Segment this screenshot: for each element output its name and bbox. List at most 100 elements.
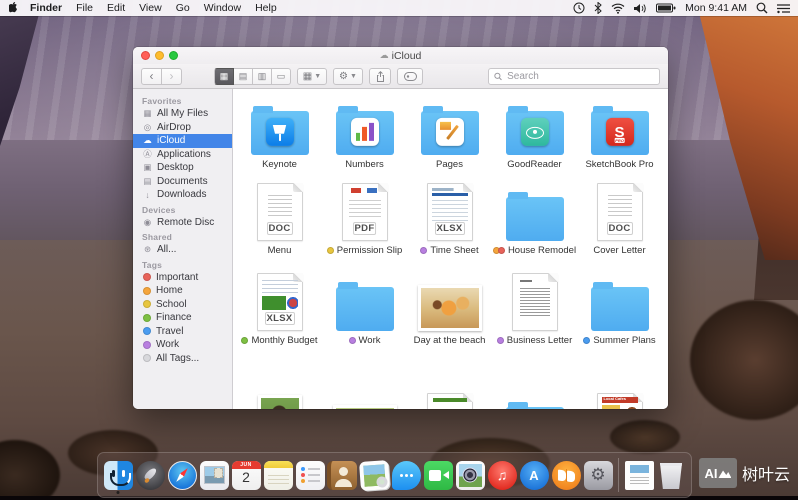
- close-button[interactable]: [141, 51, 150, 60]
- window-titlebar[interactable]: ☁ iCloud: [133, 47, 668, 64]
- clock-icon[interactable]: [573, 2, 585, 14]
- sidebar-item-airdrop[interactable]: ◎AirDrop: [133, 121, 232, 135]
- menu-file[interactable]: File: [76, 2, 93, 14]
- downloads-icon: ↓: [142, 190, 153, 200]
- file-v-cafes[interactable]: Local Cafes: [577, 347, 662, 409]
- forward-button[interactable]: ›: [162, 68, 182, 85]
- trash-icon[interactable]: [656, 456, 686, 494]
- menu-finder[interactable]: Finder: [30, 2, 62, 14]
- system-preferences-icon: ⚙: [584, 461, 613, 490]
- apple-menu-icon[interactable]: [9, 2, 20, 14]
- coverflow-view-button[interactable]: ▭: [272, 68, 291, 85]
- icloud-title-icon: ☁: [380, 50, 389, 61]
- notes-icon[interactable]: [263, 456, 293, 494]
- file-goodreader[interactable]: GoodReader: [492, 93, 577, 171]
- spotlight-icon[interactable]: [756, 2, 768, 14]
- menu-window[interactable]: Window: [204, 2, 241, 14]
- sidebar-item-icloud[interactable]: ☁iCloud: [133, 134, 232, 148]
- icon-grid: KeynoteNumbers Pages GoodReader SPROSketchB…: [237, 93, 668, 409]
- safari-icon[interactable]: [167, 456, 197, 494]
- bluetooth-icon[interactable]: [594, 2, 602, 14]
- file-house-remodel[interactable]: House Remodel: [492, 171, 577, 257]
- menu-edit[interactable]: Edit: [107, 2, 125, 14]
- menu-help[interactable]: Help: [255, 2, 277, 14]
- sidebar-item-downloads[interactable]: ↓Downloads: [133, 188, 232, 202]
- notification-center-icon[interactable]: [777, 3, 790, 14]
- file-sketchbook-pro[interactable]: SPROSketchBook Pro: [577, 93, 662, 171]
- minimize-button[interactable]: [155, 51, 164, 60]
- search-field[interactable]: [488, 68, 660, 85]
- sidebar-item-school[interactable]: School: [133, 298, 232, 312]
- v-budget-icon: XLSX: [257, 273, 303, 331]
- view-mode-segment: ▦ ▤ ▥ ▭: [214, 68, 291, 85]
- icon-view-button[interactable]: ▦: [214, 68, 234, 85]
- calendar-icon[interactable]: JUN2: [231, 456, 261, 494]
- sidebar-item-all[interactable]: ⊛All...: [133, 243, 232, 257]
- volume-icon[interactable]: [634, 3, 647, 14]
- file-photo-girl[interactable]: [322, 347, 407, 409]
- file-folder[interactable]: [492, 347, 577, 409]
- file-permission-slip[interactable]: PDFPermission Slip: [322, 171, 407, 257]
- file-summer-plans[interactable]: Summer Plans: [577, 257, 662, 347]
- file-label: Menu: [268, 244, 292, 257]
- file-cover-letter[interactable]: DOCCover Letter: [577, 171, 662, 257]
- facetime-icon[interactable]: [423, 456, 453, 494]
- share-button[interactable]: [369, 68, 391, 85]
- document-stack-icon[interactable]: [624, 456, 654, 494]
- itunes-icon[interactable]: ♫: [487, 456, 517, 494]
- reminders-icon[interactable]: [295, 456, 325, 494]
- sidebar-item-remote-disc[interactable]: ◉Remote Disc: [133, 216, 232, 230]
- sidebar-item-home[interactable]: Home: [133, 284, 232, 298]
- sidebar-item-important[interactable]: Important: [133, 271, 232, 285]
- file-name: Pages: [436, 159, 463, 170]
- finder-icon[interactable]: [103, 456, 133, 494]
- file-pages[interactable]: Pages: [407, 93, 492, 171]
- file-work[interactable]: Work: [322, 257, 407, 347]
- arrange-menu-button[interactable]: ▦▼: [297, 68, 327, 85]
- action-gear-menu-button[interactable]: ⚙▼: [333, 68, 363, 85]
- battery-icon[interactable]: [656, 3, 676, 13]
- preview-icon[interactable]: [359, 456, 389, 494]
- contacts-icon[interactable]: [327, 456, 357, 494]
- menu-go[interactable]: Go: [176, 2, 190, 14]
- finder-sidebar: Favorites▦All My Files◎AirDrop☁iCloudⒶAp…: [133, 89, 233, 409]
- sidebar-item-documents[interactable]: ▤Documents: [133, 175, 232, 189]
- file-monthly-budget[interactable]: XLSXMonthly Budget: [237, 257, 322, 347]
- list-view-button[interactable]: ▤: [234, 68, 253, 85]
- messages-icon[interactable]: [391, 456, 421, 494]
- sidebar-item-finance[interactable]: Finance: [133, 311, 232, 325]
- file-photo-dog[interactable]: [237, 347, 322, 409]
- ibooks-icon[interactable]: [551, 456, 581, 494]
- file-numbers[interactable]: Numbers: [322, 93, 407, 171]
- menu-view[interactable]: View: [139, 2, 162, 14]
- file-time-sheet[interactable]: XLSXTime Sheet: [407, 171, 492, 257]
- iphoto-icon[interactable]: [455, 456, 485, 494]
- back-button[interactable]: ‹: [141, 68, 162, 85]
- file-day-at-the-beach[interactable]: Day at the beach: [407, 257, 492, 347]
- search-input[interactable]: [505, 70, 654, 83]
- file-keynote[interactable]: Keynote: [237, 93, 322, 171]
- sketchbook-app-icon: SPRO: [606, 118, 634, 146]
- file-v-green[interactable]: [407, 347, 492, 409]
- system-preferences-icon[interactable]: ⚙: [583, 456, 613, 494]
- image-icon: [718, 468, 731, 478]
- tag-red-icon: [143, 273, 151, 281]
- menu-bar-clock[interactable]: Mon 9:41 AM: [685, 2, 747, 14]
- file-name: GoodReader: [507, 159, 561, 170]
- wifi-icon[interactable]: [611, 3, 625, 14]
- sidebar-item-travel[interactable]: Travel: [133, 325, 232, 339]
- sidebar-item-all-my-files[interactable]: ▦All My Files: [133, 107, 232, 121]
- sidebar-item-all-tags[interactable]: All Tags...: [133, 352, 232, 366]
- launchpad-icon[interactable]: [135, 456, 165, 494]
- tags-button[interactable]: [397, 68, 423, 85]
- app-store-icon[interactable]: A: [519, 456, 549, 494]
- sidebar-item-desktop[interactable]: ▣Desktop: [133, 161, 232, 175]
- zoom-button[interactable]: [169, 51, 178, 60]
- sidebar-item-applications[interactable]: ⒶApplications: [133, 148, 232, 162]
- sidebar-item-work[interactable]: Work: [133, 338, 232, 352]
- file-business-letter[interactable]: Business Letter: [492, 257, 577, 347]
- mail-icon[interactable]: [199, 456, 229, 494]
- finder-icon: [104, 461, 133, 490]
- file-menu[interactable]: DOCMenu: [237, 171, 322, 257]
- column-view-button[interactable]: ▥: [253, 68, 272, 85]
